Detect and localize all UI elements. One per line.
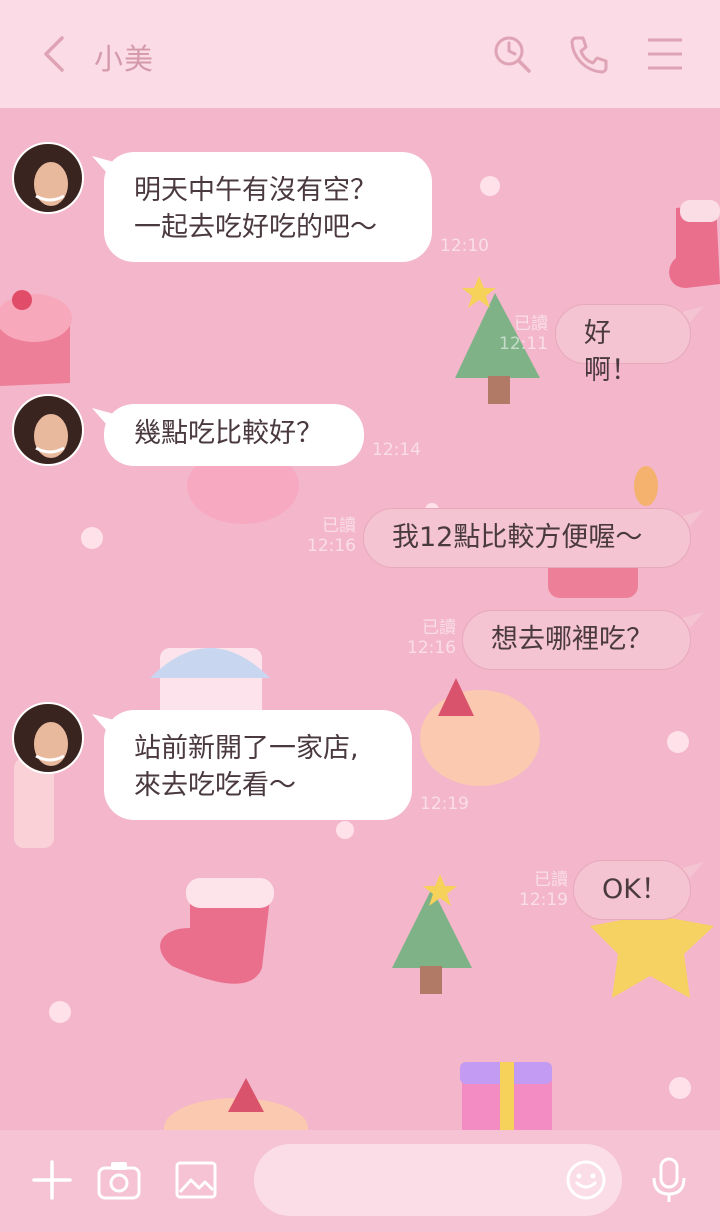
- bubble-tail: [682, 612, 704, 628]
- message-text: 想去哪裡吃？: [491, 624, 653, 655]
- message-text-line: 站前新開了一家店,: [134, 733, 359, 764]
- read-receipt-group: 已讀 12:16: [404, 618, 456, 658]
- search-history-icon[interactable]: [490, 30, 534, 78]
- phone-icon[interactable]: [566, 30, 610, 78]
- contact-avatar[interactable]: [12, 394, 84, 466]
- menu-icon[interactable]: [644, 30, 688, 78]
- incoming-message-bubble[interactable]: 明天中午有沒有空？ 一起去吃好吃的吧～: [104, 152, 432, 262]
- read-receipt-group: 已讀 12:11: [496, 314, 548, 354]
- incoming-message-bubble[interactable]: 幾點吃比較好？: [104, 404, 364, 466]
- message-timestamp: 12:16: [307, 536, 356, 556]
- read-receipt-group: 已讀 12:16: [304, 516, 356, 556]
- back-chevron-icon[interactable]: [34, 30, 74, 78]
- camera-icon[interactable]: [96, 1158, 142, 1202]
- contact-avatar[interactable]: [12, 142, 84, 214]
- outgoing-message-bubble[interactable]: 好啊！: [555, 304, 691, 386]
- plus-icon[interactable]: [30, 1158, 74, 1202]
- outgoing-message-bubble[interactable]: OK！: [573, 860, 691, 920]
- message-text: OK！: [602, 874, 668, 905]
- read-receipt: 已讀: [534, 870, 568, 890]
- chat-header: 小美: [0, 0, 720, 108]
- message-text: 好啊！: [584, 318, 638, 386]
- message-text-line: 一起去吃好吃的吧～: [134, 212, 377, 243]
- message-timestamp: 12:16: [407, 638, 456, 658]
- bubble-tail: [682, 862, 704, 878]
- message-timestamp: 12:19: [420, 794, 469, 814]
- message-timestamp: 12:19: [519, 890, 568, 910]
- read-receipt-group: 已讀 12:19: [516, 870, 568, 910]
- chat-title: 小美: [94, 42, 155, 76]
- microphone-icon[interactable]: [646, 1156, 692, 1204]
- message-text-line: 來去吃吃看～: [134, 770, 296, 801]
- emoji-icon[interactable]: [564, 1158, 608, 1202]
- read-receipt: 已讀: [422, 618, 456, 638]
- message-text: 我12點比較方便喔～: [392, 522, 643, 553]
- message-timestamp: 12:10: [440, 236, 489, 256]
- bubble-tail: [682, 510, 704, 526]
- message-timestamp: 12:11: [499, 334, 548, 354]
- chat-area[interactable]: 明天中午有沒有空？ 一起去吃好吃的吧～ 12:10 已讀 12:11 好啊！ 幾…: [0, 108, 720, 1130]
- outgoing-message-bubble[interactable]: 想去哪裡吃？: [462, 610, 691, 670]
- image-icon[interactable]: [174, 1158, 218, 1202]
- message-timestamp: 12:14: [372, 440, 421, 460]
- incoming-message-bubble[interactable]: 站前新開了一家店, 來去吃吃看～: [104, 710, 412, 820]
- message-text-line: 明天中午有沒有空？: [134, 175, 377, 206]
- message-input[interactable]: [254, 1144, 622, 1216]
- message-text-line: 幾點吃比較好？: [134, 418, 323, 449]
- read-receipt: 已讀: [322, 516, 356, 536]
- input-toolbar: [0, 1130, 720, 1232]
- outgoing-message-bubble[interactable]: 我12點比較方便喔～: [363, 508, 691, 568]
- bubble-tail: [682, 306, 704, 322]
- read-receipt: 已讀: [514, 314, 548, 334]
- contact-avatar[interactable]: [12, 702, 84, 774]
